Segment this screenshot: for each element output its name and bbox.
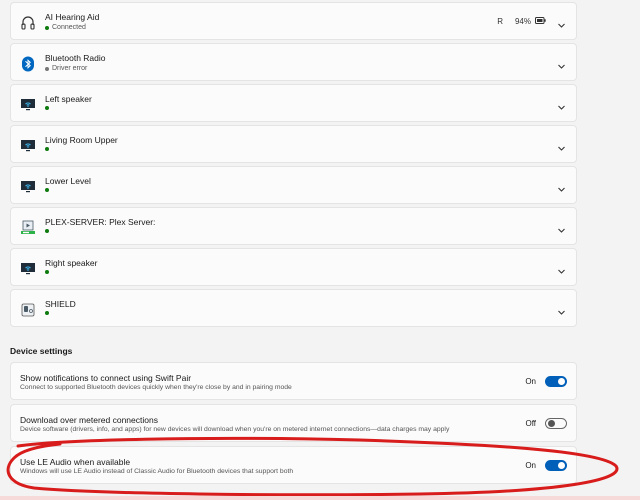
device-card-left-speaker[interactable]: Left speaker <box>10 84 577 122</box>
media-server-icon <box>20 220 36 236</box>
chevron-down-icon[interactable] <box>557 99 566 110</box>
chevron-down-icon[interactable] <box>557 140 566 151</box>
device-name: Right speaker <box>45 258 98 268</box>
chevron-down-icon[interactable] <box>557 263 566 274</box>
setting-description: Connect to supported Bluetooth devices q… <box>20 384 292 391</box>
device-name: Bluetooth Radio <box>45 53 106 63</box>
display-wifi-icon <box>20 261 36 277</box>
battery-indicator: R 94% <box>497 17 546 26</box>
display-wifi-icon <box>20 97 36 113</box>
connected-dot-icon <box>45 229 49 233</box>
device-name: PLEX-SERVER: Plex Server: <box>45 217 156 227</box>
toggle-state-label: On <box>525 461 536 470</box>
display-wifi-icon <box>20 138 36 154</box>
device-status <box>45 147 52 151</box>
device-status <box>45 311 52 315</box>
status-dot-icon <box>45 66 49 71</box>
battery-icon <box>535 17 546 26</box>
setting-title: Download over metered connections <box>20 415 158 425</box>
device-card-lower-level[interactable]: Lower Level <box>10 166 577 204</box>
toggle-knob <box>558 378 565 385</box>
metered-download-toggle[interactable] <box>545 418 567 429</box>
chevron-down-icon[interactable] <box>557 17 566 28</box>
setting-swift-pair: Show notifications to connect using Swif… <box>10 362 577 400</box>
section-title-device-settings: Device settings <box>10 346 73 356</box>
device-card-right-speaker[interactable]: Right speaker <box>10 248 577 286</box>
battery-percent: 94% <box>514 17 531 26</box>
le-audio-toggle[interactable] <box>545 460 567 471</box>
device-status <box>45 270 52 274</box>
device-card-bluetooth-radio[interactable]: Bluetooth Radio Driver error <box>10 43 577 81</box>
setting-le-audio: Use LE Audio when available Windows will… <box>10 446 577 484</box>
toggle-knob <box>548 420 555 427</box>
device-status-text: Connected <box>52 24 86 31</box>
toggle-state-label: Off <box>525 419 536 428</box>
display-wifi-icon <box>20 179 36 195</box>
device-name: AI Hearing Aid <box>45 12 100 22</box>
device-status <box>45 106 52 110</box>
device-card-shield[interactable]: SHIELD <box>10 289 577 327</box>
connected-dot-icon <box>45 25 49 30</box>
device-name: Left speaker <box>45 94 92 104</box>
connected-dot-icon <box>45 106 49 110</box>
toggle-knob <box>558 462 565 469</box>
device-icon <box>20 302 36 318</box>
device-card-living-room-upper[interactable]: Living Room Upper <box>10 125 577 163</box>
device-status <box>45 229 52 233</box>
device-name: Living Room Upper <box>45 135 118 145</box>
chevron-down-icon[interactable] <box>557 58 566 69</box>
device-status: Driver error <box>45 65 87 72</box>
device-card-plex-server[interactable]: PLEX-SERVER: Plex Server: <box>10 207 577 245</box>
chevron-down-icon[interactable] <box>557 304 566 315</box>
toggle-state-label: On <box>525 377 536 386</box>
device-status-text: Driver error <box>52 65 88 72</box>
device-name: SHIELD <box>45 299 76 309</box>
swift-pair-toggle[interactable] <box>545 376 567 387</box>
connected-dot-icon <box>45 188 49 192</box>
setting-description: Windows will use LE Audio instead of Cla… <box>20 468 294 475</box>
connected-dot-icon <box>45 270 49 274</box>
chevron-down-icon[interactable] <box>557 181 566 192</box>
setting-description: Device software (drivers, info, and apps… <box>20 426 450 433</box>
connected-dot-icon <box>45 311 49 315</box>
connected-dot-icon <box>45 147 49 151</box>
device-status: Connected <box>45 24 86 31</box>
headphones-icon <box>20 15 36 31</box>
setting-title: Use LE Audio when available <box>20 457 131 467</box>
device-card-ai-hearing-aid[interactable]: AI Hearing Aid Connected R 94% <box>10 2 577 40</box>
bluetooth-icon <box>20 56 36 72</box>
device-name: Lower Level <box>45 176 91 186</box>
setting-title: Show notifications to connect using Swif… <box>20 373 192 383</box>
battery-side: R <box>497 17 503 26</box>
bottom-strip <box>0 496 640 500</box>
setting-metered-download: Download over metered connections Device… <box>10 404 577 442</box>
device-status <box>45 188 52 192</box>
chevron-down-icon[interactable] <box>557 222 566 233</box>
